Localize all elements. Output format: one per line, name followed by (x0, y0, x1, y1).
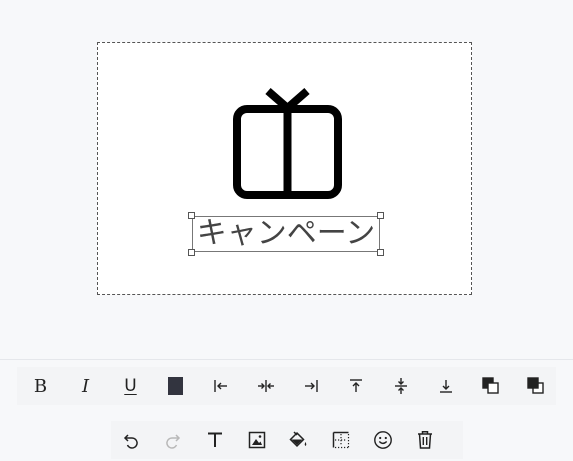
resize-handle-bottom-left[interactable] (188, 249, 195, 256)
selected-text-box[interactable]: キャンペーン (188, 212, 384, 256)
redo-icon (166, 434, 181, 449)
align-right-button[interactable] (288, 367, 333, 405)
dotted-border-icon (332, 431, 350, 449)
align-bottom-icon (439, 380, 452, 393)
send-backward-icon (481, 377, 499, 394)
canvas-text[interactable]: キャンペーン (193, 217, 379, 251)
align-right-icon (304, 380, 318, 392)
italic-button[interactable]: I (63, 367, 108, 405)
bold-icon: B (33, 375, 48, 397)
resize-handle-top-right[interactable] (377, 212, 384, 219)
text-color-button[interactable] (153, 367, 198, 405)
align-middle-icon (394, 378, 407, 394)
undo-button[interactable] (110, 421, 152, 459)
italic-icon: I (81, 375, 90, 397)
undo-icon (123, 434, 138, 449)
send-backward-button[interactable] (468, 367, 513, 405)
background-pattern-button[interactable] (320, 421, 362, 459)
format-toolbar: B I U (17, 367, 556, 405)
delete-button[interactable] (404, 421, 446, 459)
fill-color-button[interactable] (278, 421, 320, 459)
bold-button[interactable]: B (18, 367, 63, 405)
align-center-button[interactable] (243, 367, 288, 405)
add-text-button[interactable] (194, 421, 236, 459)
image-icon (248, 431, 266, 449)
align-middle-button[interactable] (378, 367, 423, 405)
underline-button[interactable]: U (108, 367, 153, 405)
add-emoji-button[interactable] (362, 421, 404, 459)
resize-handle-bottom-right[interactable] (377, 249, 384, 256)
trash-icon (418, 431, 432, 449)
gift-icon[interactable] (233, 88, 343, 200)
color-swatch-icon (168, 377, 183, 395)
paint-bucket-icon (289, 431, 307, 448)
bring-forward-icon (526, 377, 544, 394)
emoji-icon (374, 431, 392, 449)
redo-button[interactable] (152, 421, 194, 459)
align-left-button[interactable] (198, 367, 243, 405)
align-bottom-button[interactable] (423, 367, 468, 405)
toolbar-divider (0, 359, 573, 360)
text-icon (208, 432, 222, 447)
resize-handle-top-left[interactable] (188, 212, 195, 219)
align-center-icon (257, 380, 274, 392)
design-canvas[interactable]: キャンペーン (97, 42, 472, 295)
align-top-button[interactable] (333, 367, 378, 405)
main-toolbar (111, 421, 463, 459)
align-top-icon (349, 379, 362, 392)
add-image-button[interactable] (236, 421, 278, 459)
align-left-icon (213, 380, 227, 392)
bring-forward-button[interactable] (513, 367, 558, 405)
underline-icon: U (124, 376, 137, 396)
